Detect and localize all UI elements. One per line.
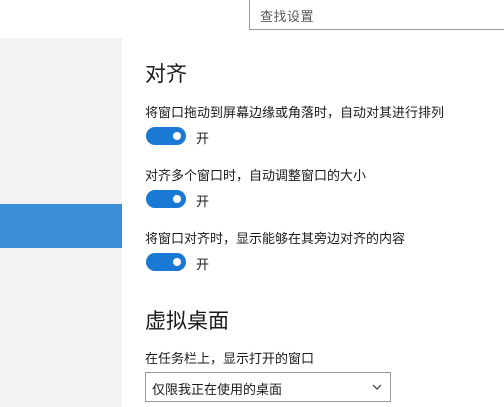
- chevron-down-icon: [372, 384, 382, 390]
- snap-setting-label-3: 将窗口对齐时，显示能够在其旁边对齐的内容: [145, 232, 406, 247]
- settings-content: 对齐 将窗口拖动到屏幕边缘或角落时，自动对其进行排列 开 对齐多个窗口时，自动调…: [122, 38, 504, 407]
- sidebar-item-selected[interactable]: [0, 204, 122, 248]
- dropdown-selected-value: 仅限我正在使用的桌面: [152, 383, 283, 398]
- toggle-knob: [173, 258, 181, 266]
- snap-resize-toggle[interactable]: [146, 190, 186, 208]
- toggle-knob: [173, 195, 181, 203]
- snap-arrange-toggle[interactable]: [146, 127, 186, 145]
- taskbar-windows-label: 在任务栏上，显示打开的窗口: [145, 352, 315, 367]
- title-bar: 查找设置: [0, 0, 504, 38]
- section-title-virtual-desktops: 虚拟桌面: [145, 309, 229, 333]
- search-input[interactable]: 查找设置: [260, 6, 314, 25]
- snap-resize-toggle-state: 开: [196, 195, 210, 210]
- taskbar-windows-dropdown[interactable]: 仅限我正在使用的桌面: [145, 372, 391, 402]
- search-box[interactable]: 查找设置: [249, 0, 504, 30]
- snap-assist-toggle-state: 开: [196, 258, 210, 273]
- snap-assist-toggle[interactable]: [146, 253, 186, 271]
- toggle-knob: [173, 132, 181, 140]
- snap-arrange-toggle-state: 开: [196, 132, 210, 147]
- snap-setting-label-1: 将窗口拖动到屏幕边缘或角落时，自动对其进行排列: [145, 106, 445, 121]
- sidebar: [0, 38, 122, 407]
- section-title-snap: 对齐: [145, 62, 187, 86]
- snap-setting-label-2: 对齐多个窗口时，自动调整窗口的大小: [145, 169, 367, 184]
